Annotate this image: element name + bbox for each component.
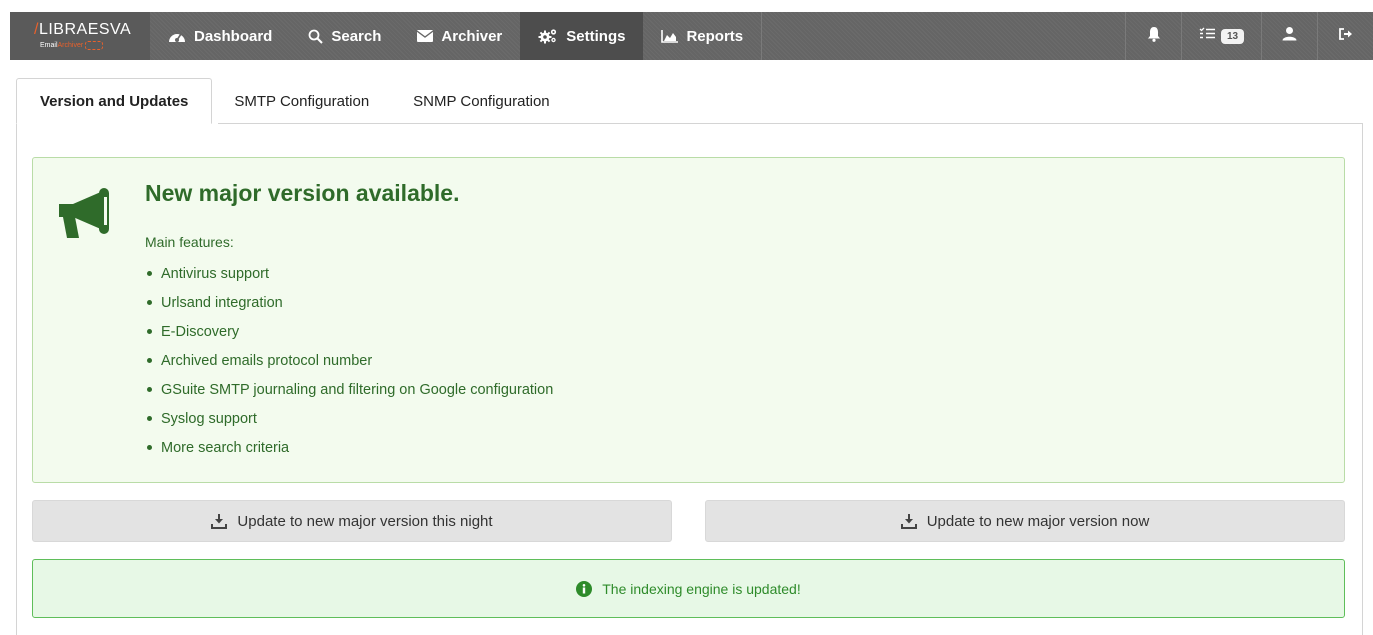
settings-tabs: Version and Updates SMTP Configuration S…	[16, 78, 572, 124]
list-item: Archived emails protocol number	[145, 347, 553, 376]
area-chart-icon	[661, 29, 679, 43]
alert-title: New major version available.	[145, 180, 460, 206]
list-item: GSuite SMTP journaling and filtering on …	[145, 376, 553, 405]
nav-reports-label: Reports	[686, 27, 744, 45]
bullet-icon	[147, 328, 152, 334]
megaphone-icon	[55, 188, 117, 245]
nav-settings-label: Settings	[566, 27, 626, 45]
tasks-count-badge: 13	[1220, 28, 1245, 44]
bullet-icon	[147, 270, 152, 276]
nav-right-group: 13	[1125, 12, 1373, 60]
update-now-label: Update to new major version now	[926, 512, 1150, 530]
sign-out-icon	[1338, 27, 1354, 46]
nav-settings[interactable]: Settings	[520, 12, 644, 60]
bullet-icon	[147, 299, 152, 305]
download-icon	[900, 513, 917, 529]
list-item: Urlsand integration	[145, 289, 553, 318]
bullet-icon	[147, 415, 152, 421]
bullet-icon	[147, 444, 152, 450]
list-item: Antivirus support	[145, 260, 553, 289]
nav-search[interactable]: Search	[290, 12, 399, 60]
feature-text: More search criteria	[161, 440, 290, 456]
notifications-button[interactable]	[1125, 12, 1181, 60]
brand-logo[interactable]: /LIBRAESVA Email Archiver	[10, 12, 150, 60]
new-version-alert: New major version available. Main featur…	[32, 157, 1345, 483]
list-item: More search criteria	[145, 434, 553, 463]
nav-dashboard[interactable]: Dashboard	[150, 12, 290, 60]
envelope-icon	[417, 30, 434, 42]
nav-dashboard-label: Dashboard	[194, 27, 273, 45]
feature-text: Archived emails protocol number	[161, 353, 373, 369]
update-this-night-label: Update to new major version this night	[237, 512, 493, 530]
bullet-icon	[147, 386, 152, 392]
top-navbar: /LIBRAESVA Email Archiver Dashboard Searc…	[10, 12, 1373, 60]
tab-smtp-configuration[interactable]: SMTP Configuration	[212, 78, 391, 124]
gears-icon	[538, 28, 558, 44]
brand-name: LIBRAESVA	[38, 20, 132, 38]
feature-text: GSuite SMTP journaling and filtering on …	[161, 382, 554, 398]
nav-divider	[761, 12, 763, 60]
user-icon	[1282, 26, 1297, 46]
feature-text: Syslog support	[161, 411, 257, 427]
update-this-night-button[interactable]: Update to new major version this night	[32, 500, 672, 542]
tab-snmp-configuration[interactable]: SNMP Configuration	[391, 78, 571, 124]
tasks-list-icon	[1199, 27, 1215, 45]
bullet-icon	[147, 357, 152, 363]
list-item: E-Discovery	[145, 318, 553, 347]
list-item: Syslog support	[145, 405, 553, 434]
nav-search-label: Search	[331, 27, 382, 45]
indexing-status-text: The indexing engine is updated!	[602, 580, 801, 597]
tab-version-and-updates[interactable]: Version and Updates	[16, 78, 213, 124]
logout-button[interactable]	[1317, 12, 1373, 60]
nav-reports[interactable]: Reports	[643, 12, 761, 60]
feature-text: Antivirus support	[161, 266, 269, 282]
brand-sub-archiver: Archiver	[57, 41, 84, 49]
nav-archiver-label: Archiver	[441, 27, 503, 45]
feature-text: E-Discovery	[161, 324, 240, 340]
indexing-status-alert: The indexing engine is updated!	[32, 559, 1345, 618]
user-button[interactable]	[1261, 12, 1317, 60]
features-list: Antivirus support Urlsand integration E-…	[145, 260, 553, 463]
features-heading: Main features:	[145, 234, 234, 250]
download-icon	[211, 513, 228, 529]
dashboard-icon	[168, 29, 186, 43]
info-circle-icon	[576, 580, 593, 597]
page: /LIBRAESVA Email Archiver Dashboard Searc…	[0, 0, 1373, 635]
bell-icon	[1147, 26, 1161, 47]
search-icon	[308, 29, 324, 44]
brand-sub-email: Email	[40, 41, 58, 49]
nav-archiver[interactable]: Archiver	[399, 12, 520, 60]
brand-mark-icon	[85, 40, 104, 50]
feature-text: Urlsand integration	[161, 295, 283, 311]
tasks-button[interactable]: 13	[1181, 12, 1261, 60]
update-now-button[interactable]: Update to new major version now	[705, 500, 1345, 542]
